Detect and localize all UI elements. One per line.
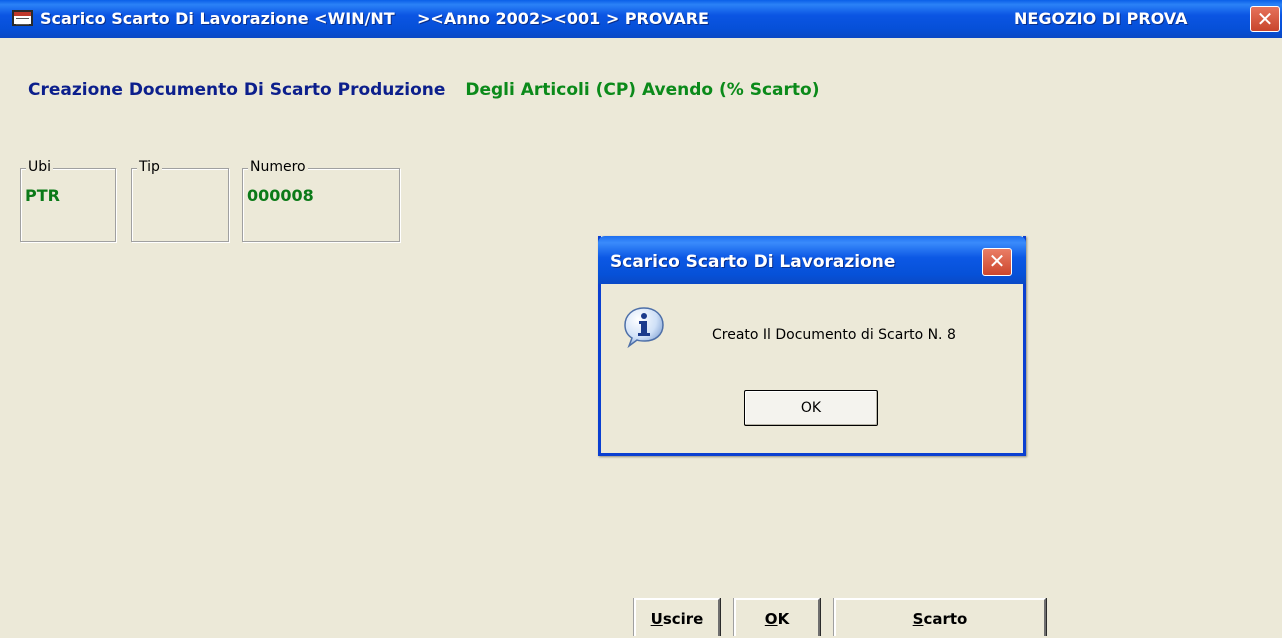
- dialog-close-button[interactable]: ✕: [982, 248, 1012, 276]
- dialog-ok-button[interactable]: OK: [744, 390, 878, 426]
- field-ubi-label: Ubi: [26, 159, 54, 175]
- field-tip-label: Tip: [137, 159, 162, 175]
- field-tip: Tip: [131, 159, 229, 242]
- ok-button[interactable]: OK: [734, 598, 820, 636]
- uscire-button[interactable]: Uscire: [634, 598, 720, 636]
- dialog-title: Scarico Scarto Di Lavorazione: [610, 252, 896, 272]
- field-ubi: Ubi PTR: [20, 159, 116, 242]
- message-dialog: Scarico Scarto Di Lavorazione ✕ Creato I…: [598, 236, 1026, 456]
- headline-main: Creazione Documento Di Scarto Produzione: [28, 80, 446, 100]
- window-title: Scarico Scarto Di Lavorazione <WIN/NT ><…: [40, 9, 709, 28]
- field-ubi-value: PTR: [25, 186, 60, 205]
- field-numero-label: Numero: [248, 159, 308, 175]
- ok-label-rest: K: [777, 610, 790, 628]
- dialog-message: Creato Il Documento di Scarto N. 8: [712, 327, 956, 343]
- app-window-icon: [12, 10, 33, 26]
- headline-sub: Degli Articoli (CP) Avendo (% Scarto): [465, 80, 820, 100]
- window-close-button[interactable]: ✕: [1250, 6, 1280, 32]
- window-titlebar[interactable]: Scarico Scarto Di Lavorazione <WIN/NT ><…: [0, 0, 1282, 38]
- info-icon: [624, 307, 664, 348]
- ok-accel: O: [764, 610, 778, 628]
- scarto-label-rest: carto: [923, 610, 968, 628]
- dialog-titlebar[interactable]: Scarico Scarto Di Lavorazione ✕: [598, 236, 1026, 284]
- field-numero-value: 000008: [247, 186, 314, 205]
- scarto-button[interactable]: Scarto: [834, 598, 1046, 636]
- uscire-label-rest: scire: [662, 610, 704, 628]
- field-numero: Numero 000008: [242, 159, 400, 242]
- scarto-accel: S: [912, 610, 924, 628]
- page-headline: Creazione Documento Di Scarto Produzione…: [28, 80, 819, 100]
- store-name: NEGOZIO DI PROVA: [1014, 9, 1188, 28]
- uscire-accel: U: [650, 610, 663, 628]
